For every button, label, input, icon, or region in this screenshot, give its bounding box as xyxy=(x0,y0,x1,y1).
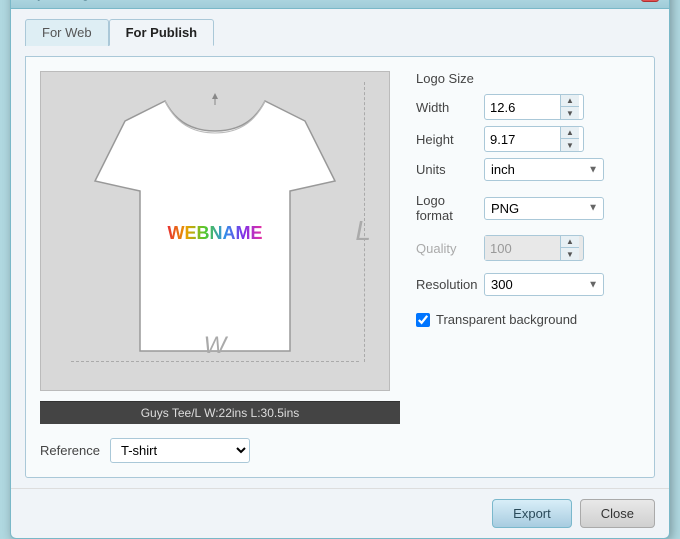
height-spin-buttons: ▲ ▼ xyxy=(560,127,579,151)
dim-line-horizontal xyxy=(71,361,359,362)
quality-spin-up: ▲ xyxy=(561,236,579,248)
units-row: Units inch cm mm ▼ xyxy=(416,158,640,181)
settings-section: Logo Size Width ▲ ▼ xyxy=(416,71,640,463)
units-dropdown-wrapper: inch cm mm ▼ xyxy=(484,158,604,181)
quality-spin-down: ▼ xyxy=(561,248,579,260)
units-select[interactable]: inch cm mm xyxy=(484,158,604,181)
dim-line-vertical xyxy=(364,82,365,362)
width-spin-buttons: ▲ ▼ xyxy=(560,95,579,119)
tab-panel: WEBNAME xyxy=(25,56,655,478)
transparent-bg-label: Transparent background xyxy=(436,312,577,327)
height-spin-up[interactable]: ▲ xyxy=(561,127,579,139)
svg-text:WEBNAME: WEBNAME xyxy=(168,223,263,243)
export-button[interactable]: Export xyxy=(492,499,572,528)
tab-bar: For Web For Publish xyxy=(25,19,655,46)
transparent-bg-row: Transparent background xyxy=(416,312,640,327)
close-icon[interactable]: ✕ xyxy=(641,0,659,2)
width-spinner: ▲ ▼ xyxy=(484,94,584,120)
resolution-select[interactable]: 300 72 150 600 xyxy=(484,273,604,296)
logo-format-row: Logo format PNG JPG BMP ▼ xyxy=(416,193,640,223)
tshirt-preview: WEBNAME xyxy=(40,71,390,391)
width-spin-up[interactable]: ▲ xyxy=(561,95,579,107)
dim-w-label: W xyxy=(204,332,227,360)
dialog-footer: Export Close xyxy=(11,488,669,538)
units-label: Units xyxy=(416,162,476,177)
format-select[interactable]: PNG JPG BMP xyxy=(484,197,604,220)
width-row: Width ▲ ▼ xyxy=(416,94,640,120)
tab-for-publish[interactable]: For Publish xyxy=(109,19,215,46)
width-spin-down[interactable]: ▼ xyxy=(561,107,579,119)
height-label: Height xyxy=(416,132,476,147)
dialog-content: For Web For Publish WEBNAME xyxy=(11,9,669,488)
width-input[interactable] xyxy=(485,95,560,119)
logo-size-title: Logo Size xyxy=(416,71,640,86)
close-button[interactable]: Close xyxy=(580,499,655,528)
preview-caption: Guys Tee/L W:22ins L:30.5ins xyxy=(40,401,400,424)
height-spinner: ▲ ▼ xyxy=(484,126,584,152)
resolution-label: Resolution xyxy=(416,277,476,292)
reference-row: Reference T-shirt xyxy=(40,434,400,463)
logo-size-group: Logo Size Width ▲ ▼ xyxy=(416,71,640,181)
height-spin-down[interactable]: ▼ xyxy=(561,139,579,151)
quality-spin-buttons: ▲ ▼ xyxy=(560,236,579,260)
quality-label: Quality xyxy=(416,241,476,256)
transparent-bg-checkbox[interactable] xyxy=(416,313,430,327)
export-logo-dialog: Export Logo ✕ For Web For Publish xyxy=(10,0,670,539)
tshirt-svg: WEBNAME xyxy=(85,91,345,371)
height-row: Height ▲ ▼ xyxy=(416,126,640,152)
height-input[interactable] xyxy=(485,127,560,151)
quality-input xyxy=(485,236,560,260)
quality-row: Quality ▲ ▼ xyxy=(416,235,640,261)
format-dropdown-wrapper: PNG JPG BMP ▼ xyxy=(484,197,604,220)
title-bar: Export Logo ✕ xyxy=(11,0,669,9)
dialog-title: Export Logo xyxy=(21,0,98,1)
resolution-dropdown-wrapper: 300 72 150 600 ▼ xyxy=(484,273,604,296)
tab-for-web[interactable]: For Web xyxy=(25,19,109,46)
resolution-row: Resolution 300 72 150 600 ▼ xyxy=(416,273,640,296)
quality-spinner: ▲ ▼ xyxy=(484,235,584,261)
width-label: Width xyxy=(416,100,476,115)
logo-format-label: Logo format xyxy=(416,193,476,223)
preview-section: WEBNAME xyxy=(40,71,400,463)
reference-select[interactable]: T-shirt xyxy=(110,438,250,463)
reference-label: Reference xyxy=(40,443,100,458)
